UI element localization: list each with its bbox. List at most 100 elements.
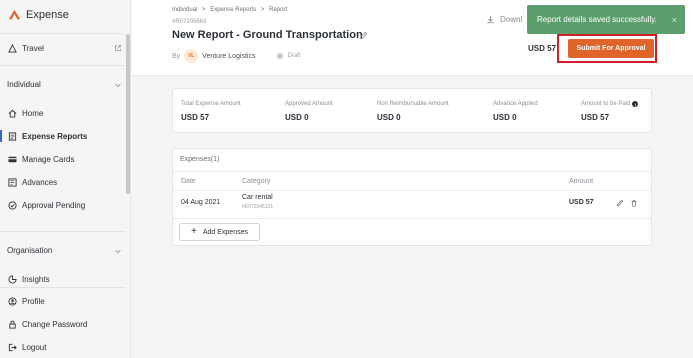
expenses-title: Expenses(1) [180, 156, 220, 163]
stat-label: Approved Amount [285, 101, 333, 107]
by-label: By [172, 52, 181, 60]
sidebar-item-label: Manage Cards [22, 154, 75, 164]
active-indicator [0, 130, 2, 142]
home-icon [7, 108, 17, 118]
report-owner: By VL Venture Logistics Draft [172, 49, 301, 63]
sidebar-item-label: Expense Reports [22, 131, 88, 141]
stat-label: Non Reimbursable Amount [377, 101, 449, 107]
card-icon [7, 154, 17, 164]
sidebar-item-change-password[interactable]: Change Password [7, 319, 122, 329]
toast-message: Report details saved successfully. [537, 15, 657, 24]
avatar: VL [184, 49, 199, 63]
edit-icon[interactable] [616, 199, 624, 207]
sidebar-item-expense-reports[interactable]: Expense Reports [7, 131, 122, 141]
expenses-card: Expenses(1) Date Category Amount 04 Aug … [172, 148, 652, 246]
sidebar-item-insights[interactable]: Insights [7, 274, 122, 284]
column-header-date: Date [181, 178, 196, 185]
info-icon[interactable]: i [632, 101, 639, 107]
stat-value: USD 0 [285, 113, 309, 122]
stat-value: USD 0 [377, 113, 401, 122]
sidebar-item-advances[interactable]: Advances [7, 177, 122, 187]
breadcrumb-separator: > [202, 7, 206, 13]
table-row[interactable]: 04 Aug 2021 Car rental #E072045121 USD 5… [173, 191, 651, 218]
plus-icon: + [191, 226, 197, 237]
expense-date: 04 Aug 2021 [181, 199, 221, 206]
sidebar-item-label: Profile [22, 296, 45, 306]
stat-label-text: Amount to be Paid [581, 101, 631, 107]
sidebar-section-individual[interactable]: Individual [7, 80, 122, 89]
report-amount: USD 57 [528, 44, 557, 53]
amount-summary-card: Total Expense Amount USD 57 Approved Amo… [172, 88, 652, 133]
submit-for-approval-button[interactable]: Submit For Approval [568, 39, 654, 58]
logo-icon [8, 9, 21, 20]
report-id: #R07205663 [172, 19, 207, 25]
app-logo[interactable]: Expense [7, 7, 69, 22]
sidebar-divider [0, 287, 125, 288]
stat-non-reimbursable: Non Reimbursable Amount USD 0 [377, 101, 449, 122]
report-icon [7, 131, 17, 141]
divider [173, 218, 651, 219]
expense-id: #E072045121 [242, 204, 274, 210]
lock-icon [7, 319, 17, 329]
sidebar-item-home[interactable]: Home [7, 108, 122, 118]
sidebar-item-label: Home [22, 108, 44, 118]
success-toast: Report details saved successfully. × [527, 5, 685, 34]
column-header-category: Category [242, 178, 271, 185]
chevron-down-icon [114, 81, 122, 89]
download-button[interactable]: Downl [486, 15, 522, 24]
close-icon[interactable]: × [672, 15, 677, 25]
insights-icon [7, 274, 17, 284]
column-header-amount: Amount [569, 178, 594, 185]
sidebar-divider [0, 65, 125, 66]
stat-approved: Approved Amount USD 0 [285, 101, 333, 122]
expense-category: Car rental [242, 194, 273, 201]
triangle-icon [7, 43, 17, 53]
sidebar-item-approval-pending[interactable]: Approval Pending [7, 200, 122, 210]
stat-value: USD 57 [581, 113, 610, 122]
profile-icon [7, 296, 17, 306]
sidebar: Expense Travel Individual Home Expense R… [0, 0, 131, 358]
sidebar-item-travel[interactable]: Travel [7, 43, 122, 53]
sidebar-section-organisation[interactable]: Organisation [7, 246, 122, 255]
app-name: Expense [26, 8, 69, 21]
sidebar-item-label: Advances [22, 177, 58, 187]
add-expenses-button[interactable]: + Add Expenses [179, 223, 260, 241]
main-content: Individual > Expense Reports > Report #R… [132, 0, 693, 358]
breadcrumb-item-report: Report [269, 7, 288, 13]
sidebar-item-label: Change Password [22, 319, 88, 329]
breadcrumb-item-expense-reports[interactable]: Expense Reports [210, 7, 256, 13]
logout-icon [7, 342, 17, 352]
sidebar-item-profile[interactable]: Profile [7, 296, 122, 306]
sidebar-item-label: Insights [22, 274, 50, 284]
sidebar-item-manage-cards[interactable]: Manage Cards [7, 154, 122, 164]
page-title: New Report - Ground Transportation [172, 29, 363, 41]
sidebar-item-logout[interactable]: Logout [7, 342, 122, 352]
stat-label: Total Expense Amount [181, 101, 241, 107]
download-label: Downl [500, 15, 523, 24]
sidebar-item-label: Logout [22, 342, 47, 352]
company-name: Venture Logistics [202, 52, 256, 60]
section-label: Individual [7, 80, 41, 89]
stat-value: USD 57 [181, 113, 210, 122]
delete-icon[interactable] [630, 199, 638, 207]
stat-total-expense: Total Expense Amount USD 57 [181, 101, 241, 122]
breadcrumb-item-individual[interactable]: Individual [172, 7, 197, 13]
stat-label: Amount to be Paid i [581, 101, 639, 107]
breadcrumb-separator: > [260, 7, 265, 13]
external-link-icon [114, 44, 122, 52]
stat-advance-applied: Advance Applied USD 0 [493, 101, 538, 122]
download-icon [487, 15, 494, 24]
chevron-down-icon [114, 247, 122, 255]
stat-value: USD 0 [493, 113, 517, 122]
expense-amount: USD 57 [569, 199, 594, 206]
status-badge: Draft [287, 53, 301, 59]
edit-title-icon[interactable] [359, 31, 368, 40]
approval-icon [7, 200, 17, 210]
sidebar-scrollbar[interactable] [126, 34, 130, 194]
stat-label: Advance Applied [493, 101, 538, 107]
add-expenses-label: Add Expenses [202, 228, 248, 236]
status-dot-icon [277, 53, 284, 59]
divider [173, 171, 651, 172]
sidebar-divider [0, 33, 125, 34]
section-label: Organisation [7, 246, 53, 255]
